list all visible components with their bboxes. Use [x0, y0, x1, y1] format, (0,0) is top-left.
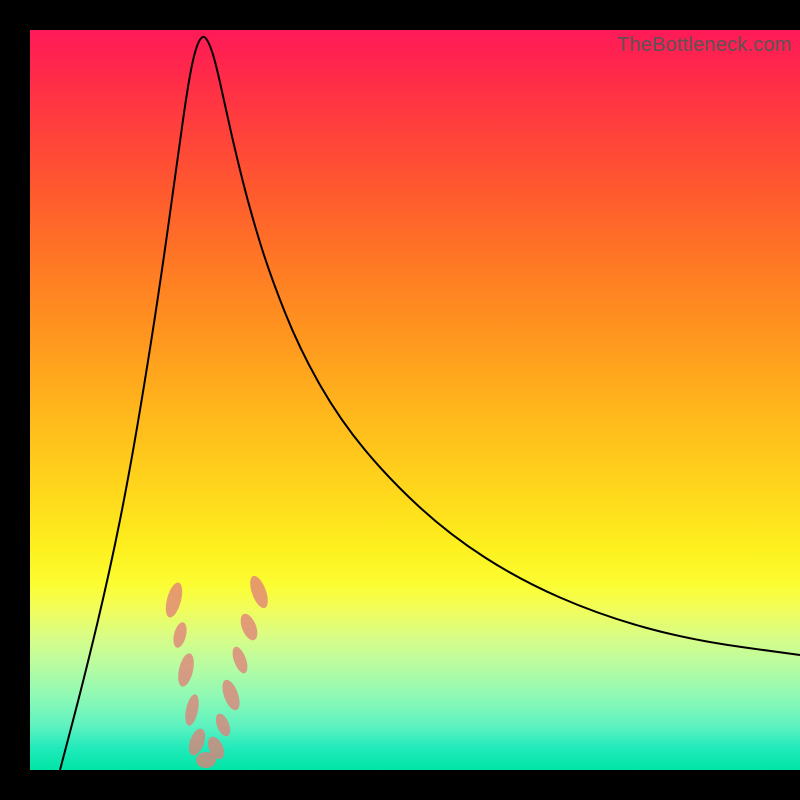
- data-marker: [213, 712, 233, 739]
- data-marker: [237, 611, 260, 642]
- data-marker: [163, 581, 186, 619]
- data-marker: [175, 652, 196, 688]
- bottleneck-curve: [60, 37, 800, 770]
- chart-frame: TheBottleneck.com: [0, 0, 800, 800]
- data-marker: [247, 574, 272, 611]
- data-marker: [219, 678, 243, 713]
- plot-area: TheBottleneck.com: [30, 30, 800, 770]
- marker-layer: [163, 574, 272, 768]
- curve-layer: [30, 30, 800, 770]
- data-marker: [230, 645, 251, 675]
- data-marker: [183, 693, 201, 727]
- data-marker: [171, 621, 189, 649]
